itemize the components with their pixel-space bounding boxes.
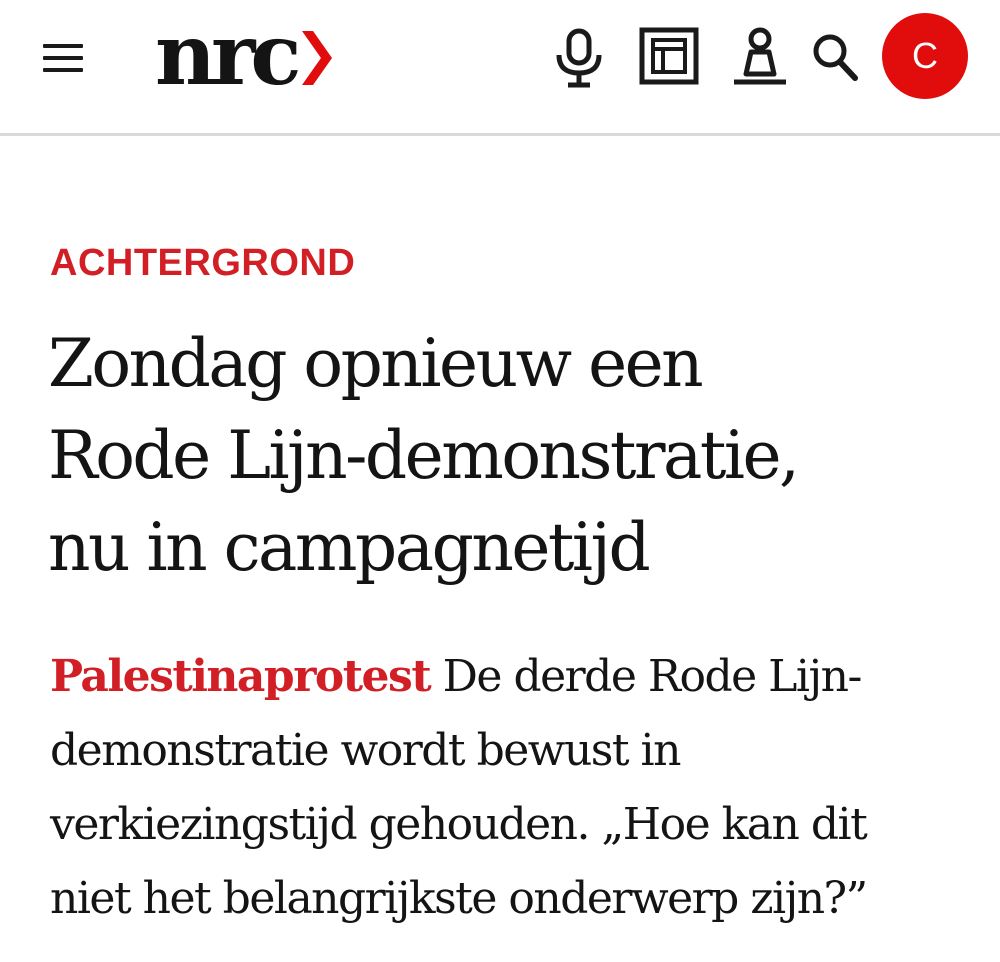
nrc-logo[interactable]: nrc xyxy=(155,5,333,104)
menu-icon[interactable] xyxy=(40,38,86,78)
microphone-icon[interactable] xyxy=(553,28,605,88)
intro-line: De derde Rode Lijn- xyxy=(430,651,863,702)
site-header: nrc C xyxy=(0,0,1000,136)
headline-line: Zondag opnieuw een xyxy=(48,325,704,402)
headline-line: Rode Lijn-demonstratie, xyxy=(48,417,800,494)
newspaper-icon[interactable] xyxy=(639,27,699,85)
logo-chevron-icon xyxy=(302,31,333,85)
article-category-label[interactable]: ACHTERGROND xyxy=(50,240,355,286)
chess-pawn-icon[interactable] xyxy=(731,26,789,86)
search-icon[interactable] xyxy=(812,33,858,81)
logo-text: nrc xyxy=(155,5,302,104)
intro-line: demonstratie wordt bewust in xyxy=(50,725,681,776)
avatar[interactable]: C xyxy=(882,13,968,99)
article-intro: Palestinaprotest De derde Rode Lijn- dem… xyxy=(50,640,950,936)
intro-topic-label: Palestinaprotest xyxy=(50,651,432,702)
intro-line: verkiezingstijd gehouden. „Hoe kan dit xyxy=(50,799,868,850)
headline-line: nu in campagnetijd xyxy=(48,509,651,586)
article-headline[interactable]: Zondag opnieuw een Rode Lijn-demonstrati… xyxy=(48,318,958,594)
intro-line: niet het belangrijkste onderwerp zijn?” xyxy=(50,873,868,924)
